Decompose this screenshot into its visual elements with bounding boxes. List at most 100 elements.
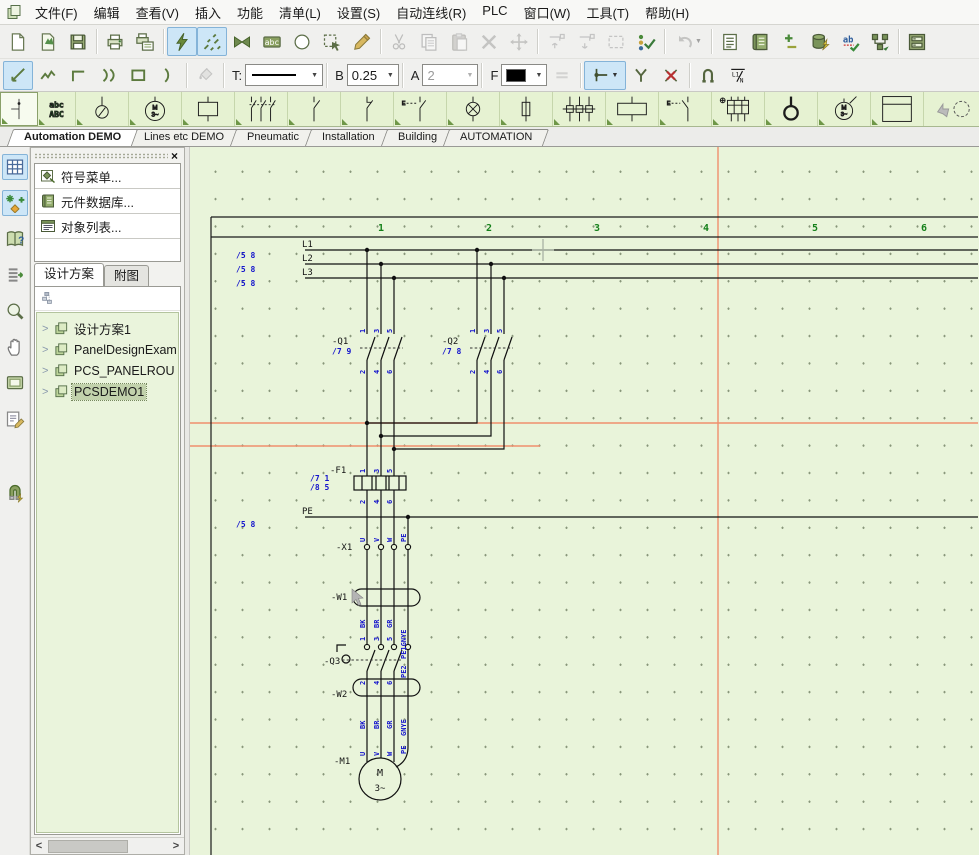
limit-switch-symbol[interactable]: E <box>394 92 447 126</box>
motor-2-symbol[interactable]: M3~ <box>818 92 871 126</box>
panel-tab-1[interactable]: 附图 <box>104 265 149 286</box>
symbol-mode-button[interactable] <box>227 27 257 56</box>
junction-y-button[interactable] <box>626 61 656 90</box>
object-filter-button[interactable] <box>631 27 661 56</box>
plc-symbol[interactable] <box>712 92 765 126</box>
sheet-tab-3[interactable]: Installation <box>305 129 392 146</box>
symbol-generator-button[interactable] <box>2 190 28 216</box>
parallel-lines-button[interactable] <box>547 61 577 90</box>
close-icon[interactable]: × <box>168 151 181 161</box>
snap-magnet-button[interactable] <box>2 480 28 506</box>
contact-symbol[interactable] <box>288 92 341 126</box>
tree-item-label[interactable]: PCSDEMO1 <box>72 384 146 400</box>
tree-item-3[interactable]: >PCSDEMO1 <box>37 381 178 402</box>
draw-mode-button[interactable] <box>347 27 377 56</box>
expander-icon[interactable]: > <box>42 323 51 335</box>
table-view-button[interactable] <box>2 154 28 180</box>
polyline-tool-button[interactable] <box>33 61 63 90</box>
page-list-button[interactable] <box>715 27 745 56</box>
panel-layout-button[interactable] <box>902 27 932 56</box>
pan-button[interactable] <box>2 334 28 360</box>
lamp-symbol[interactable] <box>447 92 500 126</box>
menu-item-2[interactable]: 查看(V) <box>128 0 187 25</box>
signal-symbol[interactable] <box>76 92 129 126</box>
panel-hscrollbar[interactable]: < > <box>31 837 184 854</box>
menu-item-8[interactable]: PLC <box>474 0 515 25</box>
menu-item-7[interactable]: 自动连线(R) <box>388 0 474 25</box>
chevron-down-icon[interactable]: ▼ <box>307 72 322 79</box>
cut-button[interactable] <box>384 27 414 56</box>
dropdown-arrow-icon[interactable]: ▼ <box>611 72 618 79</box>
line-width-select[interactable]: 0.25▼ <box>347 64 399 86</box>
update-from-database-button[interactable] <box>805 27 835 56</box>
help-book-button[interactable]: ? <box>2 226 28 252</box>
fuse-symbol[interactable] <box>500 92 553 126</box>
symbol-menu-button[interactable]: 符号菜单... <box>35 164 180 189</box>
menu-item-9[interactable]: 窗口(W) <box>516 0 579 25</box>
page-edit-button[interactable] <box>2 406 28 432</box>
menu-item-6[interactable]: 设置(S) <box>329 0 388 25</box>
menu-item-1[interactable]: 编辑 <box>86 0 128 25</box>
menu-item-0[interactable]: 文件(F) <box>27 0 86 25</box>
object-lister-button[interactable] <box>2 262 28 288</box>
area-select[interactable]: 2▼ <box>422 64 478 86</box>
add-remove-component-button[interactable] <box>775 27 805 56</box>
print-all-button[interactable] <box>130 27 160 56</box>
expander-icon[interactable]: > <box>42 344 51 356</box>
motor-symbol[interactable]: M3~ <box>129 92 182 126</box>
fill-tool-button[interactable] <box>190 61 220 90</box>
open-project-button[interactable] <box>33 27 63 56</box>
tree-item-1[interactable]: >PanelDesignExam <box>37 339 178 360</box>
save-project-button[interactable] <box>63 27 93 56</box>
circle-mode-button[interactable] <box>287 27 317 56</box>
undo-button[interactable]: ▼ <box>668 27 708 56</box>
relay-symbol[interactable] <box>606 92 659 126</box>
grip-dots[interactable] <box>34 153 168 159</box>
panel-grip[interactable]: × <box>31 148 184 161</box>
earth-symbol[interactable] <box>765 92 818 126</box>
line-tool-button[interactable] <box>3 61 33 90</box>
tree-item-2[interactable]: > PCS_PANELROU <box>37 360 178 381</box>
component-database-button[interactable] <box>745 27 775 56</box>
scroll-right-icon[interactable]: > <box>168 840 184 852</box>
contact-3pole-symbol[interactable] <box>235 92 288 126</box>
sheet-tab-1[interactable]: Lines etc DEMO <box>127 129 241 146</box>
copy-button[interactable] <box>414 27 444 56</box>
menu-item-3[interactable]: 插入 <box>187 0 229 25</box>
delete-button[interactable] <box>474 27 504 56</box>
text-mode-button[interactable]: abc <box>257 27 287 56</box>
zoom-button[interactable] <box>2 298 28 324</box>
fill-color-select[interactable]: ▼ <box>501 64 547 86</box>
tree-item-label[interactable]: PCS_PANELROU <box>72 363 177 379</box>
switch-e-symbol[interactable]: E <box>659 92 712 126</box>
chevron-down-icon[interactable]: ▼ <box>531 72 546 79</box>
conductor-label-button[interactable]: L1N <box>723 61 753 90</box>
schematic-page[interactable]: 1 2 3 4 5 6 <box>190 147 979 855</box>
terminal-row-symbol[interactable] <box>553 92 606 126</box>
new-page-button[interactable] <box>3 27 33 56</box>
chevron-down-icon[interactable]: ▼ <box>383 72 398 79</box>
menu-item-5[interactable]: 清单(L) <box>271 0 329 25</box>
scroll-left-icon[interactable]: < <box>31 840 47 852</box>
zoom-window-button[interactable] <box>601 27 631 56</box>
dropdown-arrow-icon[interactable]: ▼ <box>695 38 702 45</box>
tree-item-label[interactable]: 设计方案1 <box>72 318 133 339</box>
conductor-mode-button[interactable] <box>197 27 227 56</box>
electrical-mode-button[interactable] <box>167 27 197 56</box>
paste-button[interactable] <box>444 27 474 56</box>
object-list-button[interactable]: 对象列表... <box>35 214 180 239</box>
junction-t-button[interactable]: ▼ <box>584 61 626 90</box>
expander-icon[interactable]: > <box>42 365 51 377</box>
print-button[interactable] <box>100 27 130 56</box>
staple-button[interactable] <box>693 61 723 90</box>
tree-item-0[interactable]: > 设计方案1 <box>37 318 178 339</box>
menu-item-4[interactable]: 功能 <box>229 0 271 25</box>
area-mode-button[interactable] <box>317 27 347 56</box>
menu-item-11[interactable]: 帮助(H) <box>637 0 697 25</box>
curve-tool-button[interactable] <box>93 61 123 90</box>
text-symbol[interactable]: abcABC <box>38 92 76 126</box>
hierarchy-icon[interactable] <box>40 291 54 307</box>
spell-check-button[interactable]: ab <box>835 27 865 56</box>
corner-tool-button[interactable] <box>63 61 93 90</box>
net-navigator-button[interactable] <box>865 27 895 56</box>
